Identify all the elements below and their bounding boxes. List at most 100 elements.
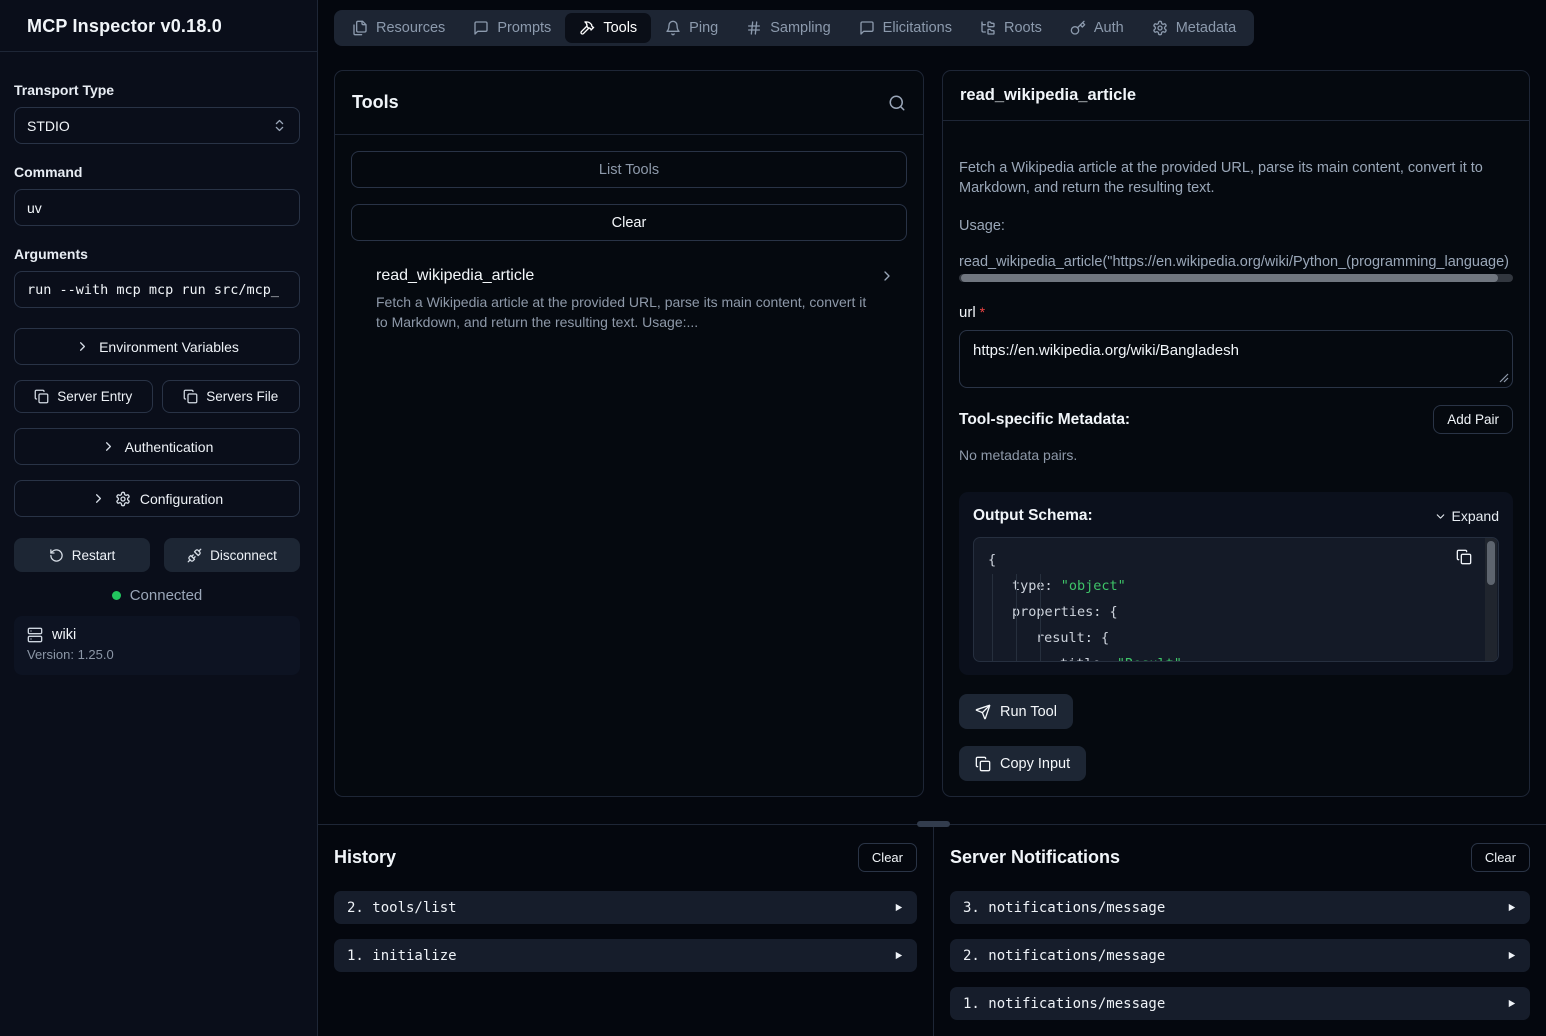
app-title: MCP Inspector v0.18.0 (27, 16, 303, 37)
key-icon (1070, 20, 1086, 36)
play-icon (1506, 950, 1517, 961)
notification-item[interactable]: 1. notifications/message (950, 987, 1530, 1020)
sidebar-header: MCP Inspector v0.18.0 (0, 0, 317, 52)
tab-prompts[interactable]: Prompts (459, 13, 565, 43)
command-label: Command (14, 164, 300, 180)
server-entry-button[interactable]: Server Entry (14, 380, 153, 413)
url-field-label: url* (959, 304, 1513, 321)
schema-vertical-scrollbar[interactable] (1485, 538, 1497, 661)
chevron-down-icon (1434, 510, 1447, 523)
tab-resources[interactable]: Resources (338, 13, 459, 43)
server-version: Version: 1.25.0 (27, 647, 287, 662)
message-square-icon (859, 20, 875, 36)
server-notifications-title: Server Notifications (950, 847, 1120, 868)
play-icon (893, 950, 904, 961)
history-item[interactable]: 1. initialize (334, 939, 917, 972)
tool-name: read_wikipedia_article (376, 267, 534, 285)
chevrons-up-down-icon (272, 118, 287, 133)
server-name: wiki (52, 627, 76, 643)
tab-metadata[interactable]: Metadata (1138, 13, 1250, 43)
usage-horizontal-scrollbar[interactable] (959, 274, 1513, 282)
files-icon (352, 20, 368, 36)
sidebar: MCP Inspector v0.18.0 Transport Type STD… (0, 0, 318, 1036)
tab-sampling[interactable]: Sampling (732, 13, 844, 43)
url-input[interactable]: https://en.wikipedia.org/wiki/Bangladesh (959, 330, 1513, 388)
schema-code-line: result: { (988, 625, 1468, 651)
expand-schema-button[interactable]: Expand (1434, 508, 1499, 524)
search-icon[interactable] (888, 94, 906, 112)
transport-type-label: Transport Type (14, 82, 300, 98)
run-tool-button[interactable]: Run Tool (959, 694, 1073, 729)
tree-icon (980, 20, 996, 36)
tab-tools[interactable]: Tools (565, 13, 651, 43)
arguments-label: Arguments (14, 246, 300, 262)
send-icon (975, 704, 991, 720)
clear-tools-button[interactable]: Clear (351, 204, 907, 241)
scrollbar-thumb[interactable] (961, 274, 1498, 282)
environment-variables-button[interactable]: Environment Variables (14, 328, 300, 365)
schema-code-line: { (988, 547, 1468, 573)
gear-icon (1152, 20, 1168, 36)
history-panel: History Clear 2. tools/list 1. initialize (318, 825, 934, 1036)
schema-code-line: properties: { (988, 599, 1468, 625)
tool-item-description: Fetch a Wikipedia article at the provide… (376, 292, 876, 332)
tool-list-item[interactable]: read_wikipedia_article Fetch a Wikipedia … (351, 263, 907, 336)
chevron-right-icon (101, 439, 116, 454)
tools-panel-title: Tools (352, 92, 399, 113)
usage-label: Usage: (959, 218, 1513, 234)
unplug-icon (187, 548, 202, 563)
copy-icon (183, 389, 198, 404)
scrollbar-thumb[interactable] (1487, 541, 1495, 585)
horizontal-splitter[interactable] (318, 824, 1546, 825)
arguments-input[interactable] (14, 271, 300, 308)
history-item[interactable]: 2. tools/list (334, 891, 917, 924)
hammer-icon (579, 20, 595, 36)
play-icon (1506, 998, 1517, 1009)
clear-notifications-button[interactable]: Clear (1471, 843, 1530, 872)
notification-item[interactable]: 3. notifications/message (950, 891, 1530, 924)
add-pair-button[interactable]: Add Pair (1433, 405, 1513, 434)
transport-type-value: STDIO (27, 118, 70, 134)
tab-ping[interactable]: Ping (651, 13, 732, 43)
command-input[interactable] (14, 189, 300, 226)
servers-file-button[interactable]: Servers File (162, 380, 301, 413)
tool-list: read_wikipedia_article Fetch a Wikipedia … (351, 263, 907, 336)
server-notifications-panel: Server Notifications Clear 3. notificati… (934, 825, 1546, 1036)
play-icon (893, 902, 904, 913)
copy-icon (975, 756, 991, 772)
connection-status: Connected (14, 587, 300, 604)
no-metadata-text: No metadata pairs. (959, 447, 1513, 463)
server-info-card: wiki Version: 1.25.0 (14, 616, 300, 675)
tab-elicitations[interactable]: Elicitations (845, 13, 966, 43)
gear-icon (115, 491, 131, 507)
list-tools-button[interactable]: List Tools (351, 151, 907, 188)
copy-schema-icon[interactable] (1456, 549, 1472, 565)
notification-item[interactable]: 2. notifications/message (950, 939, 1530, 972)
copy-input-button[interactable]: Copy Input (959, 746, 1086, 781)
play-icon (1506, 902, 1517, 913)
usage-example: read_wikipedia_article("https://en.wikip… (959, 254, 1513, 270)
tab-auth[interactable]: Auth (1056, 13, 1138, 43)
output-schema-card: Output Schema: Expand {type: "object"pro… (959, 492, 1513, 675)
rotate-ccw-icon (49, 548, 64, 563)
splitter-grip[interactable] (917, 821, 950, 827)
tab-roots[interactable]: Roots (966, 13, 1056, 43)
schema-code-line: type: "object" (988, 573, 1468, 599)
transport-type-select[interactable]: STDIO (14, 107, 300, 144)
message-square-icon (473, 20, 489, 36)
tool-description: Fetch a Wikipedia article at the provide… (959, 158, 1489, 198)
schema-code-line: title: "Result" (988, 651, 1468, 662)
copy-icon (34, 389, 49, 404)
configuration-button[interactable]: Configuration (14, 480, 300, 517)
output-schema-label: Output Schema: (973, 507, 1093, 525)
disconnect-button[interactable]: Disconnect (164, 538, 300, 572)
history-title: History (334, 847, 396, 868)
required-asterisk: * (980, 304, 985, 320)
hash-icon (746, 20, 762, 36)
tool-detail-panel: read_wikipedia_article Fetch a Wikipedia… (942, 70, 1530, 797)
chevron-right-icon (879, 268, 895, 284)
authentication-button[interactable]: Authentication (14, 428, 300, 465)
restart-button[interactable]: Restart (14, 538, 150, 572)
clear-history-button[interactable]: Clear (858, 843, 917, 872)
connected-dot (112, 591, 121, 600)
